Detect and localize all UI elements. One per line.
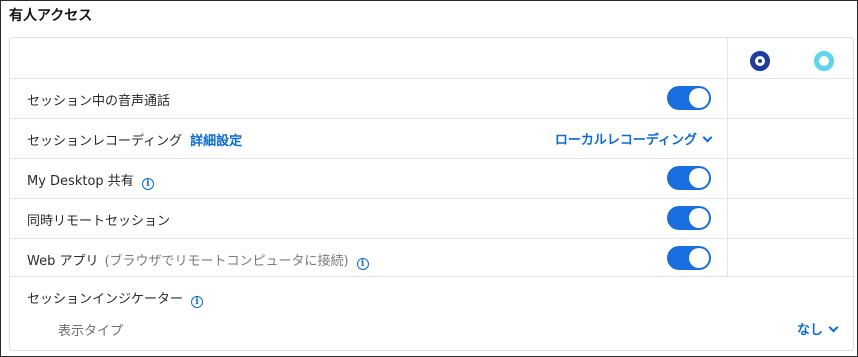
web-app-label: Web アプリ (ブラウザでリモートコンピュータに接続) i — [27, 250, 369, 270]
info-icon[interactable]: i — [191, 296, 204, 308]
section-title: 有人アクセス — [9, 8, 93, 24]
row-voice-call: セッション中の音声通話 — [10, 78, 727, 118]
chevron-down-icon — [702, 132, 713, 143]
advanced-settings-link[interactable]: 詳細設定 — [190, 134, 242, 149]
info-icon[interactable]: i — [141, 178, 154, 190]
row-web-app: Web アプリ (ブラウザでリモートコンピュータに接続) i — [10, 238, 727, 278]
recording-mode-dropdown[interactable]: ローカルレコーディング — [554, 129, 713, 148]
chevron-down-icon — [828, 322, 839, 333]
display-type-label: 表示タイプ — [58, 324, 124, 339]
info-icon[interactable]: i — [356, 258, 369, 270]
settings-panel: 有人アクセス セッション中の音声通話 セッションレコーディング 詳細設定 ローカル… — [0, 0, 858, 357]
web-app-note: (ブラウザでリモートコンピュータに接続) — [104, 254, 349, 269]
session-indicator-text: セッションインジケーター — [27, 292, 184, 307]
display-type-value: なし — [796, 323, 823, 338]
display-type-dropdown[interactable]: なし — [796, 319, 839, 338]
concurrent-sessions-toggle[interactable] — [667, 206, 711, 230]
column-divider — [727, 38, 728, 276]
concurrent-sessions-label: 同時リモートセッション — [27, 214, 171, 229]
recording-mode-value: ローカルレコーディング — [554, 133, 697, 148]
web-app-text: Web アプリ — [27, 254, 99, 269]
row-session-recording: セッションレコーディング 詳細設定 ローカルレコーディング — [10, 118, 727, 158]
web-app-toggle[interactable] — [667, 246, 711, 270]
voice-call-toggle[interactable] — [667, 86, 711, 110]
target-dark-icon — [750, 51, 770, 71]
my-desktop-share-text: My Desktop 共有 — [27, 174, 134, 189]
session-recording-text: セッションレコーディング — [27, 134, 183, 149]
row-concurrent-sessions: 同時リモートセッション — [10, 198, 727, 238]
session-recording-label: セッションレコーディング 詳細設定 — [27, 130, 242, 149]
my-desktop-share-label: My Desktop 共有 i — [27, 170, 154, 190]
divider — [10, 276, 853, 277]
voice-call-label: セッション中の音声通話 — [27, 94, 171, 109]
settings-card: セッション中の音声通話 セッションレコーディング 詳細設定 ローカルレコーディング… — [9, 37, 854, 351]
my-desktop-share-toggle[interactable] — [667, 166, 711, 190]
target-light-icon — [814, 51, 834, 71]
session-indicator-label: セッションインジケーター i — [27, 288, 204, 308]
row-my-desktop-share: My Desktop 共有 i — [10, 158, 727, 198]
